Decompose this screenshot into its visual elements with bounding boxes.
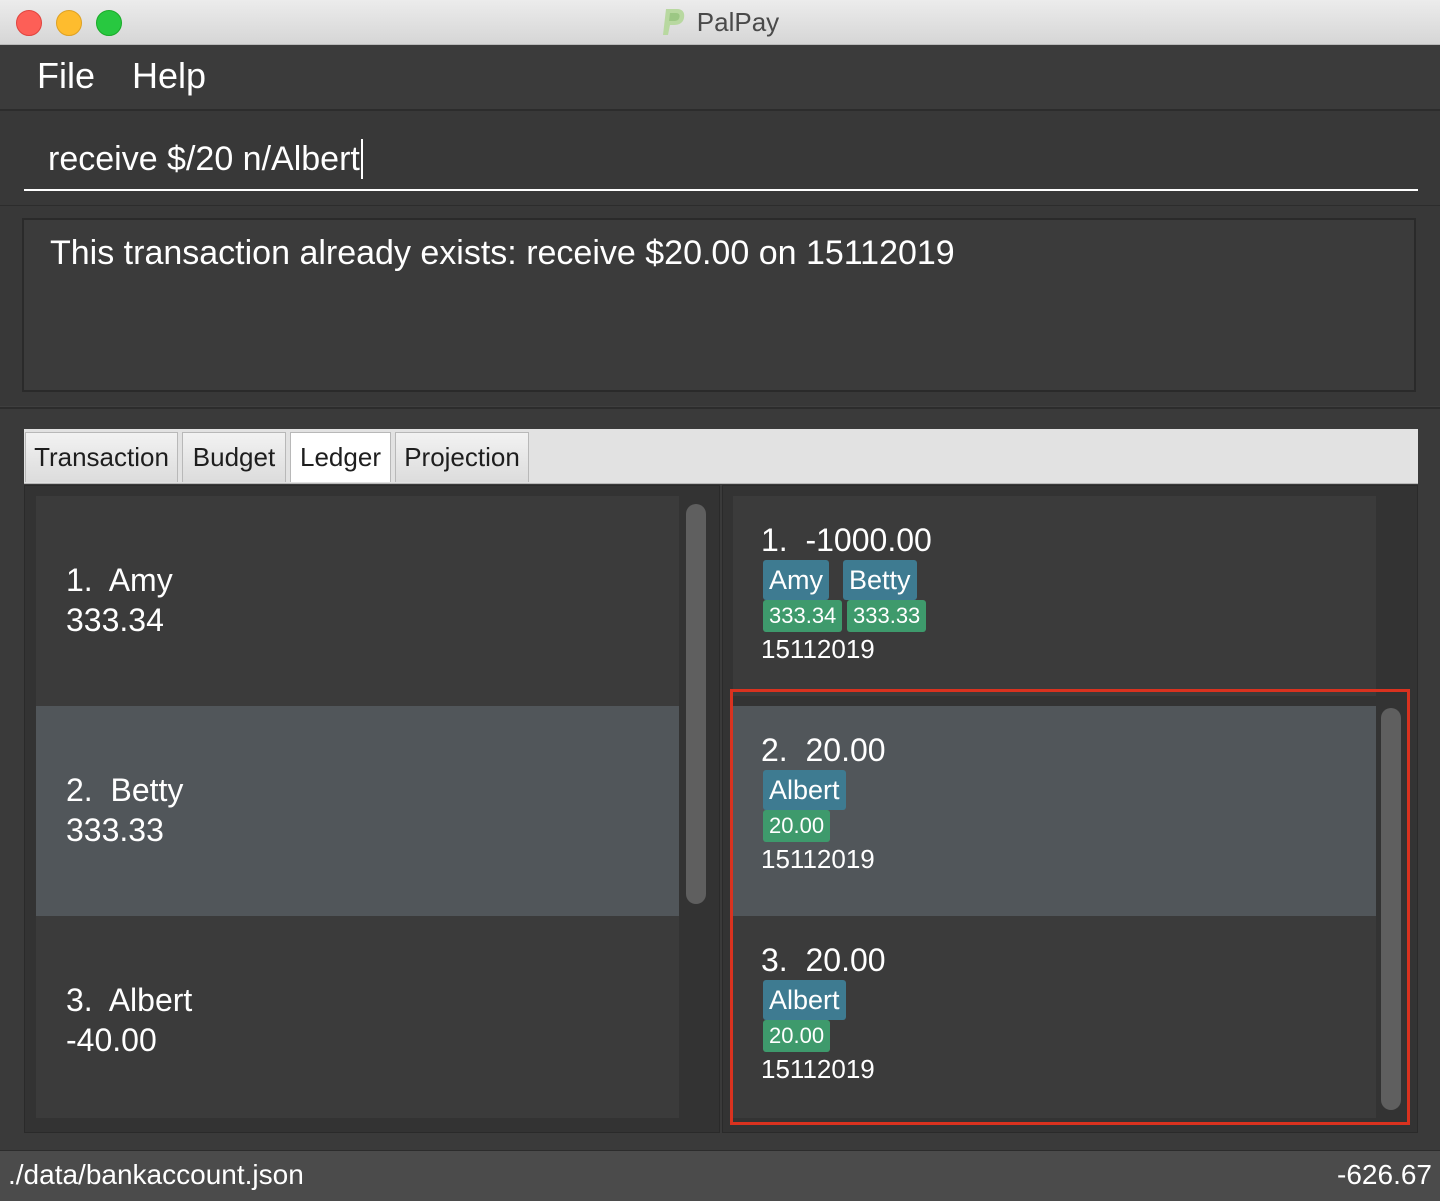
- transaction-date: 15112019: [761, 634, 875, 664]
- transaction-index: 2.: [761, 732, 788, 768]
- list-item[interactable]: 2. 20.00 Albert 20.00 15112019: [733, 706, 1376, 916]
- menu-file[interactable]: File: [37, 55, 95, 97]
- list-item[interactable]: 3. Albert -40.00: [36, 916, 679, 1118]
- transaction-index: 1.: [761, 522, 788, 558]
- person-index-number: 1.: [66, 562, 93, 598]
- total-balance: -626.67: [1337, 1159, 1432, 1190]
- transaction-title: 1. -1000.00: [761, 522, 932, 559]
- person-index: 2. Betty: [66, 772, 183, 809]
- ledger-list-scrollbar[interactable]: [1381, 708, 1401, 1110]
- people-list-panel[interactable]: 1. Amy 333.34 2. Betty 333.33 3. Albert …: [24, 485, 720, 1133]
- tab-budget[interactable]: Budget: [182, 432, 286, 482]
- command-input[interactable]: receive $/20 n/Albert: [24, 129, 1418, 191]
- transaction-amount: -1000.00: [805, 522, 932, 558]
- transaction-title: 3. 20.00: [761, 942, 886, 979]
- transaction-date: 15112019: [761, 1054, 875, 1084]
- tab-bar: Transaction Budget Ledger Projection: [24, 429, 1418, 484]
- transaction-amount: 20.00: [805, 732, 886, 768]
- list-item[interactable]: 3. 20.00 Albert 20.00 15112019: [733, 916, 1376, 1118]
- person-tag: Albert: [763, 770, 846, 810]
- person-amount: -40.00: [66, 1022, 157, 1058]
- title-bar: PalPay: [0, 0, 1440, 45]
- result-message: This transaction already exists: receive…: [50, 234, 955, 272]
- title-wrap: PalPay: [0, 0, 1440, 44]
- menu-bar: File Help: [0, 45, 1440, 111]
- person-tag: Albert: [763, 980, 846, 1020]
- tab-ledger[interactable]: Ledger: [290, 432, 391, 482]
- transaction-amount: 20.00: [805, 942, 886, 978]
- transaction-title: 2. 20.00: [761, 732, 886, 769]
- ledger-list-panel[interactable]: 1. -1000.00 Amy Betty 333.34 333.33 1511…: [722, 485, 1418, 1133]
- person-index: 1. Amy: [66, 562, 173, 599]
- person-name: Amy: [108, 562, 173, 598]
- text-caret: [360, 139, 363, 179]
- palpay-logo-icon: [662, 9, 685, 35]
- main-area: Transaction Budget Ledger Projection 1. …: [0, 407, 1440, 1151]
- list-item[interactable]: 1. -1000.00 Amy Betty 333.34 333.33 1511…: [733, 496, 1376, 696]
- split-amount-tag: 20.00: [763, 810, 831, 842]
- person-name: Albert: [108, 982, 193, 1018]
- person-index: 3. Albert: [66, 982, 192, 1019]
- person-index-number: 3.: [66, 982, 93, 1018]
- split-amount-tag: 333.33: [847, 600, 927, 632]
- command-box: receive $/20 n/Albert: [0, 111, 1440, 207]
- result-area: This transaction already exists: receive…: [0, 206, 1440, 406]
- split-amount-tag: 333.34: [763, 600, 843, 632]
- people-list-scrollbar[interactable]: [686, 504, 706, 904]
- result-display: This transaction already exists: receive…: [22, 218, 1416, 392]
- status-bar: ./data/bankaccount.json -626.67: [0, 1150, 1440, 1201]
- list-item[interactable]: 2. Betty 333.33: [36, 706, 679, 916]
- person-index-number: 2.: [66, 772, 93, 808]
- person-tag: Amy: [763, 560, 829, 600]
- command-text: receive $/20 n/Albert: [48, 139, 360, 178]
- person-amount: 333.33: [66, 812, 164, 848]
- list-item[interactable]: 1. Amy 333.34: [36, 496, 679, 706]
- person-name: Betty: [110, 772, 184, 808]
- window-title: PalPay: [696, 6, 780, 37]
- transaction-index: 3.: [761, 942, 788, 978]
- person-tag: Betty: [843, 560, 917, 600]
- tab-projection[interactable]: Projection: [395, 432, 529, 482]
- split-amount-tag: 20.00: [763, 1020, 831, 1052]
- transaction-date: 15112019: [761, 844, 875, 874]
- tab-transaction[interactable]: Transaction: [25, 432, 178, 482]
- person-amount: 333.34: [66, 602, 164, 638]
- data-file-path: ./data/bankaccount.json: [8, 1159, 304, 1190]
- menu-help[interactable]: Help: [132, 55, 206, 97]
